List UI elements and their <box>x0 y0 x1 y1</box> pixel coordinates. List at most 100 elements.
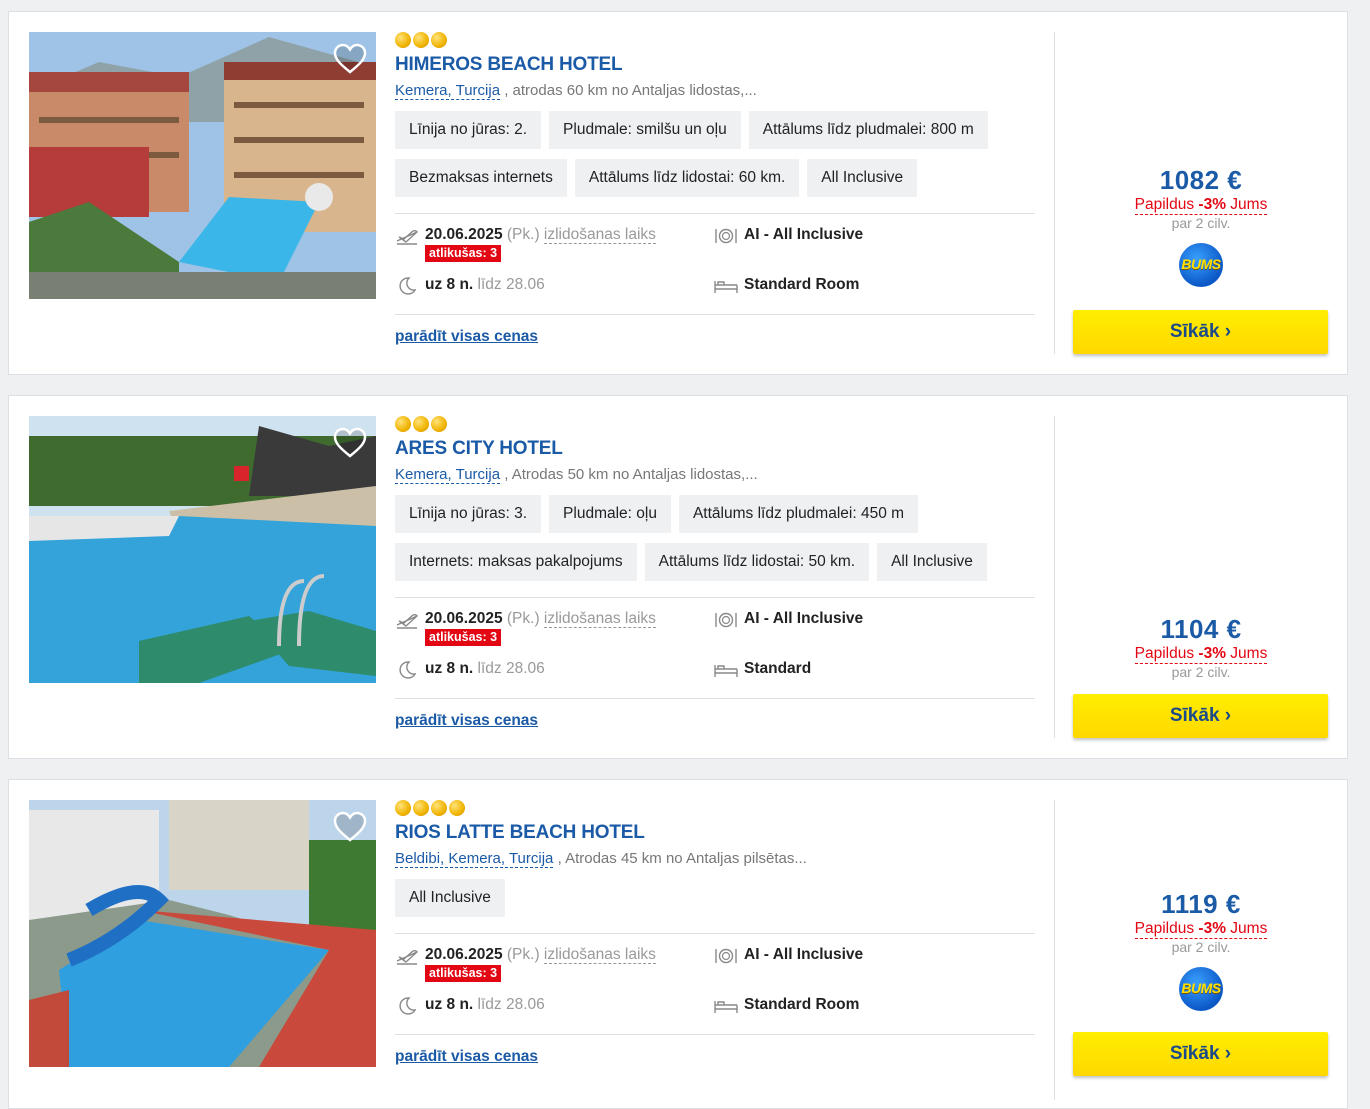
price-divider <box>1054 32 1055 354</box>
departure-weekday: (Pk.) <box>506 226 540 243</box>
location-note: , atrodas 60 km no Antaljas lidostas,... <box>500 82 757 99</box>
meal-plan: AI - All Inclusive <box>744 946 864 963</box>
price-total: 1082 € <box>1159 165 1243 195</box>
departure-date: 20.06.2025 <box>425 226 503 243</box>
hotel-photo[interactable] <box>29 32 376 299</box>
moon-icon <box>395 660 419 680</box>
details-button[interactable]: Sīkāk › <box>1073 1032 1328 1076</box>
meal-plan: AI - All Inclusive <box>744 610 864 627</box>
price-block: 1082 € Papildus -3% Jums par 2 cilv. BUM… <box>1073 165 1329 287</box>
location-link[interactable]: Kemera, Turcija <box>395 466 501 484</box>
star-icon <box>395 416 411 432</box>
star-icon <box>413 32 429 48</box>
star-icon <box>413 800 429 816</box>
hotel-name[interactable]: HIMEROS BEACH HOTEL <box>395 54 1035 76</box>
hotel-info: HIMEROS BEACH HOTEL Kemera, Turcija , at… <box>395 32 1035 346</box>
moon-icon <box>395 996 419 1016</box>
show-all-prices-link[interactable]: parādīt visas cenas <box>395 328 538 346</box>
hotel-photo[interactable] <box>29 416 376 683</box>
extra-discount-link[interactable]: Papildus -3% Jums <box>1134 196 1268 215</box>
price-block: 1119 € Papildus -3% Jums par 2 cilv. BUM… <box>1073 889 1329 1011</box>
bed-icon <box>714 660 738 680</box>
hotel-location: Kemera, Turcija , Atrodas 50 km no Antal… <box>395 466 1035 484</box>
departure-row: 20.06.2025 (Pk.) izlidošanas laiks atlik… <box>395 226 656 262</box>
star-icon <box>431 32 447 48</box>
feature-tags: Līnija no jūras: 3. Pludmale: oļu Attālu… <box>395 495 1035 581</box>
star-icon <box>431 416 447 432</box>
hotel-info: RIOS LATTE BEACH HOTEL Beldibi, Kemera, … <box>395 800 1035 1066</box>
bums-badge-icon: BUMS <box>1179 967 1223 1011</box>
meal-plan: AI - All Inclusive <box>744 226 864 243</box>
nights-row: uz 8 n. līdz 28.06 <box>395 276 545 296</box>
star-icon <box>413 416 429 432</box>
price-total: 1104 € <box>1160 614 1242 644</box>
hotel-photo[interactable] <box>29 800 376 1067</box>
room-row: Standard <box>714 660 811 680</box>
until-date: līdz 28.06 <box>477 276 545 293</box>
bums-badge-icon: BUMS <box>1179 243 1223 287</box>
location-link[interactable]: Beldibi, Kemera, Turcija <box>395 850 554 868</box>
star-rating <box>395 416 1035 432</box>
hotel-card: RIOS LATTE BEACH HOTEL Beldibi, Kemera, … <box>8 779 1348 1109</box>
meal-plate-icon <box>714 226 738 246</box>
hotel-card: ARES CITY HOTEL Kemera, Turcija , Atroda… <box>8 395 1348 759</box>
departure-date: 20.06.2025 <box>425 946 503 963</box>
trip-details: 20.06.2025 (Pk.) izlidošanas laiks atlik… <box>395 934 1035 1034</box>
feature-tag: Internets: maksas pakalpojums <box>395 543 637 581</box>
price-divider <box>1054 416 1055 738</box>
moon-icon <box>395 276 419 296</box>
meal-row: AI - All Inclusive <box>714 946 863 966</box>
room-row: Standard Room <box>714 996 859 1016</box>
departure-row: 20.06.2025 (Pk.) izlidošanas laiks atlik… <box>395 610 656 646</box>
departure-time-link[interactable]: izlidošanas laiks <box>543 610 656 628</box>
hotel-info: ARES CITY HOTEL Kemera, Turcija , Atroda… <box>395 416 1035 730</box>
bed-icon <box>714 276 738 296</box>
hotel-name[interactable]: ARES CITY HOTEL <box>395 438 1035 460</box>
trip-details: 20.06.2025 (Pk.) izlidošanas laiks atlik… <box>395 598 1035 698</box>
departure-time-link[interactable]: izlidošanas laiks <box>543 226 656 244</box>
meal-row: AI - All Inclusive <box>714 226 863 246</box>
show-all-prices-link[interactable]: parādīt visas cenas <box>395 712 538 730</box>
star-icon <box>431 800 447 816</box>
plane-departure-icon <box>395 226 419 246</box>
extra-discount-link[interactable]: Papildus -3% Jums <box>1134 645 1268 664</box>
departure-weekday: (Pk.) <box>506 946 540 963</box>
until-date: līdz 28.06 <box>477 996 545 1013</box>
feature-tag: Attālums līdz lidostai: 50 km. <box>644 543 870 581</box>
hotel-name[interactable]: RIOS LATTE BEACH HOTEL <box>395 822 1035 844</box>
feature-tag: All Inclusive <box>877 543 987 581</box>
trip-details: 20.06.2025 (Pk.) izlidošanas laiks atlik… <box>395 214 1035 314</box>
until-date: līdz 28.06 <box>477 660 545 677</box>
remaining-badge: atlikušas: 3 <box>425 629 502 646</box>
favorite-heart-icon[interactable] <box>332 42 368 76</box>
price-per-people: par 2 cilv. <box>1171 215 1231 231</box>
location-link[interactable]: Kemera, Turcija <box>395 82 501 100</box>
feature-tag: Pludmale: oļu <box>549 495 671 533</box>
favorite-heart-icon[interactable] <box>332 810 368 844</box>
room-type: Standard <box>744 660 812 677</box>
show-all-prices-link[interactable]: parādīt visas cenas <box>395 1048 538 1066</box>
nights: uz 8 n. <box>425 996 474 1013</box>
room-row: Standard Room <box>714 276 859 296</box>
feature-tag: Līnija no jūras: 2. <box>395 111 542 149</box>
nights: uz 8 n. <box>425 660 474 677</box>
price-per-people: par 2 cilv. <box>1171 664 1231 680</box>
hotel-location: Beldibi, Kemera, Turcija , Atrodas 45 km… <box>395 850 1035 868</box>
departure-time-link[interactable]: izlidošanas laiks <box>543 946 656 964</box>
price-block: 1104 € Papildus -3% Jums par 2 cilv. <box>1073 614 1329 680</box>
departure-weekday: (Pk.) <box>506 610 540 627</box>
nights: uz 8 n. <box>425 276 474 293</box>
departure-row: 20.06.2025 (Pk.) izlidošanas laiks atlik… <box>395 946 656 982</box>
feature-tag: Līnija no jūras: 3. <box>395 495 542 533</box>
remaining-badge: atlikušas: 3 <box>425 965 502 982</box>
details-button[interactable]: Sīkāk › <box>1073 310 1328 354</box>
star-rating <box>395 800 1035 816</box>
star-icon <box>395 32 411 48</box>
meal-row: AI - All Inclusive <box>714 610 863 630</box>
favorite-heart-icon[interactable] <box>332 426 368 460</box>
bed-icon <box>714 996 738 1016</box>
location-note: , Atrodas 45 km no Antaljas pilsētas... <box>553 850 807 867</box>
extra-discount-link[interactable]: Papildus -3% Jums <box>1134 920 1268 939</box>
details-button[interactable]: Sīkāk › <box>1073 694 1328 738</box>
feature-tag: Attālums līdz pludmalei: 450 m <box>678 495 919 533</box>
